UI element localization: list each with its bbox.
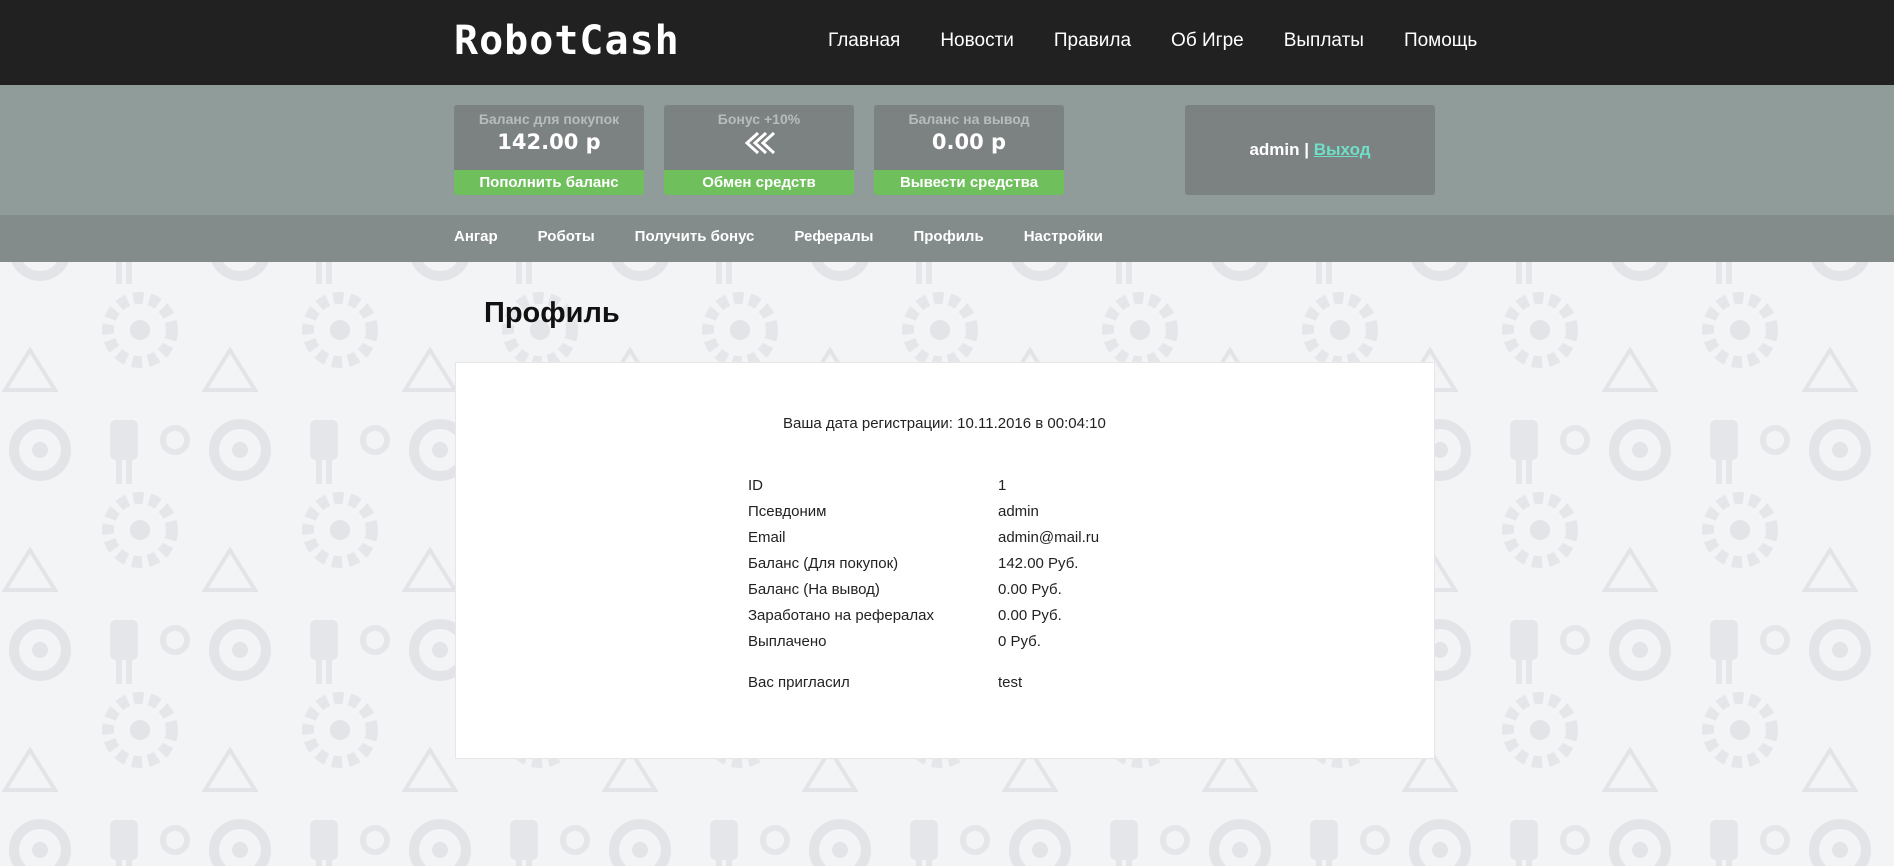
balance-bar: Баланс для покупок 142.00 р Пополнить ба… (0, 85, 1894, 215)
withdraw-balance-label: Баланс на вывод (908, 111, 1030, 127)
profile-row-value: admin (998, 503, 1039, 520)
invited-by-value: test (998, 674, 1023, 691)
withdraw-balance-value: 0.00 р (931, 130, 1007, 154)
invited-by-key: Вас пригласил (748, 674, 850, 691)
subnav-settings[interactable]: Настройки (1024, 228, 1103, 245)
profile-row: Баланс (На вывод) 0.00 Руб. (748, 577, 1099, 603)
purchase-balance-value: 142.00 р (497, 130, 601, 154)
registration-date: Ваша дата регистрации: 10.11.2016 в 00:0… (783, 415, 1106, 432)
profile-row: Заработано на рефералах 0.00 Руб. (748, 603, 1099, 629)
main-nav: Главная Новости Правила Об Игре Выплаты … (828, 30, 1517, 52)
account-subnav: Ангар Роботы Получить бонус Рефералы Про… (0, 215, 1894, 262)
site-logo[interactable]: RobotCash (454, 18, 680, 64)
profile-row: Выплачено 0 Руб. (748, 629, 1099, 655)
profile-row: Баланс (Для покупок) 142.00 Руб. (748, 551, 1099, 577)
profile-row-key: ID (748, 477, 763, 494)
bonus-label: Бонус +10% (717, 111, 801, 127)
profile-row-value: 0 Руб. (998, 633, 1041, 650)
user-separator: | (1304, 140, 1310, 159)
profile-row: Псевдоним admin (748, 499, 1099, 525)
username: admin (1249, 140, 1300, 159)
invited-by-row: Вас пригласил test (748, 670, 1099, 696)
profile-row: Email admin@mail.ru (748, 525, 1099, 551)
profile-row-value: 0.00 Руб. (998, 607, 1062, 624)
profile-row-key: Баланс (На вывод) (748, 581, 880, 598)
logout-link[interactable]: Выход (1314, 140, 1371, 159)
top-header: RobotCash Главная Новости Правила Об Игр… (0, 0, 1894, 85)
profile-row-value: 142.00 Руб. (998, 555, 1079, 572)
nav-home[interactable]: Главная (828, 30, 900, 52)
profile-row: ID 1 (748, 473, 1099, 499)
profile-row-value: admin@mail.ru (998, 529, 1100, 546)
profile-panel: Ваша дата регистрации: 10.11.2016 в 00:0… (455, 362, 1435, 759)
profile-row-key: Email (748, 529, 786, 546)
withdraw-balance-card: Баланс на вывод 0.00 р Вывести средства (874, 105, 1064, 195)
profile-row-key: Заработано на рефералах (748, 607, 934, 624)
nav-help[interactable]: Помощь (1404, 30, 1477, 52)
bonus-card: Бонус +10% Обмен средств (664, 105, 854, 195)
subnav-get-bonus[interactable]: Получить бонус (635, 228, 755, 245)
user-box: admin | Выход (1185, 105, 1435, 195)
nav-payouts[interactable]: Выплаты (1284, 30, 1364, 52)
subnav-referrals[interactable]: Рефералы (794, 228, 873, 245)
nav-about[interactable]: Об Игре (1171, 30, 1244, 52)
top-up-button[interactable]: Пополнить баланс (454, 170, 644, 195)
purchase-balance-label: Баланс для покупок (478, 111, 620, 127)
nav-news[interactable]: Новости (940, 30, 1014, 52)
double-chevron-left-icon (664, 130, 854, 158)
profile-row-key: Выплачено (748, 633, 827, 650)
exchange-funds-button[interactable]: Обмен средств (664, 170, 854, 195)
profile-info-list: ID 1 Псевдоним admin Email admin@mail.ru Ба… (748, 473, 1099, 696)
nav-rules[interactable]: Правила (1054, 30, 1131, 52)
profile-row-key: Баланс (Для покупок) (748, 555, 899, 572)
profile-row-key: Псевдоним (748, 503, 827, 520)
withdraw-funds-button[interactable]: Вывести средства (874, 170, 1064, 195)
page-title: Профиль (484, 297, 620, 329)
profile-row-value: 1 (998, 477, 1007, 494)
profile-row-value: 0.00 Руб. (998, 581, 1062, 598)
subnav-profile[interactable]: Профиль (913, 228, 983, 245)
subnav-hangar[interactable]: Ангар (454, 228, 498, 245)
purchase-balance-card: Баланс для покупок 142.00 р Пополнить ба… (454, 105, 644, 195)
subnav-robots[interactable]: Роботы (538, 228, 595, 245)
